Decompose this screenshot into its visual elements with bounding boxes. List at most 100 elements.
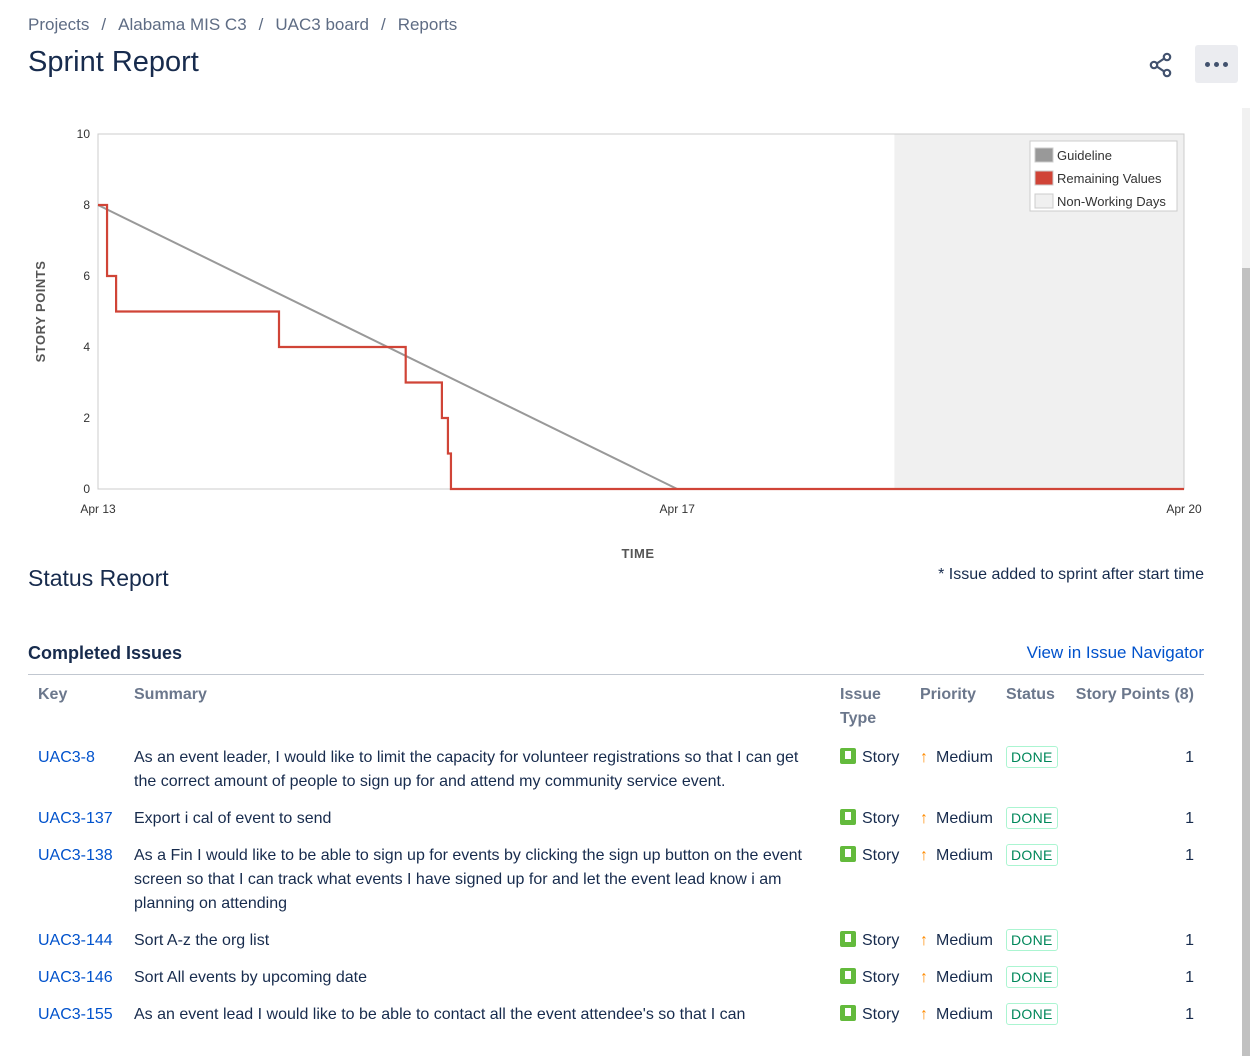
status-cell: DONE bbox=[1006, 961, 1066, 998]
legend-swatch bbox=[1034, 147, 1054, 163]
y-tick-label: 6 bbox=[83, 269, 90, 283]
issue-key-link[interactable]: UAC3-144 bbox=[38, 932, 113, 949]
issue-key-link[interactable]: UAC3-138 bbox=[38, 847, 113, 864]
issue-summary: Sort A-z the org list bbox=[134, 932, 270, 949]
issue-summary: Sort All events by upcoming date bbox=[134, 969, 368, 986]
issue-type: Story bbox=[862, 810, 900, 827]
y-tick-label: 2 bbox=[83, 411, 90, 425]
breadcrumb-separator: / bbox=[101, 15, 107, 34]
y-tick-label: 0 bbox=[83, 482, 90, 496]
column-header-story-points[interactable]: Story Points (8) bbox=[1066, 680, 1204, 741]
issue-type-cell: Story bbox=[830, 961, 910, 998]
issue-key-link[interactable]: UAC3-146 bbox=[38, 969, 113, 986]
story-points: 1 bbox=[1185, 749, 1194, 766]
issue-summary: As an event leader, I would like to limi… bbox=[134, 749, 799, 790]
legend-swatch bbox=[1034, 193, 1054, 209]
status-badge: DONE bbox=[1006, 966, 1058, 988]
priority-cell: ↑ Medium bbox=[910, 839, 1006, 924]
status-badge: DONE bbox=[1006, 807, 1058, 829]
issue-summary: Export i cal of event to send bbox=[134, 810, 332, 827]
issue-priority: Medium bbox=[936, 810, 993, 827]
issue-priority: Medium bbox=[936, 847, 993, 864]
priority-medium-icon: ↑ bbox=[920, 969, 928, 986]
column-header-status[interactable]: Status bbox=[1006, 680, 1066, 741]
issue-key-cell: UAC3-146 bbox=[28, 961, 124, 998]
issue-summary: As a Fin I would like to be able to sign… bbox=[134, 847, 802, 912]
page-scrollbar-thumb[interactable] bbox=[1242, 268, 1250, 1056]
issue-key-link[interactable]: UAC3-8 bbox=[38, 749, 95, 766]
table-header-row: Key Summary Issue Type Priority Status S… bbox=[28, 680, 1204, 741]
column-header-summary[interactable]: Summary bbox=[124, 680, 830, 741]
x-tick-label: Apr 20 bbox=[1166, 502, 1202, 516]
view-in-issue-navigator-link[interactable]: View in Issue Navigator bbox=[1027, 643, 1204, 663]
section-divider bbox=[28, 674, 1204, 675]
story-icon bbox=[840, 1005, 856, 1021]
status-cell: DONE bbox=[1006, 998, 1066, 1035]
issue-key-link[interactable]: UAC3-137 bbox=[38, 810, 113, 827]
priority-cell: ↑ Medium bbox=[910, 924, 1006, 961]
issue-type-cell: Story bbox=[830, 802, 910, 839]
burndown-chart: 0 2 4 6 8 10 Apr 13 Apr 17 Apr 20 TIME STORY POINT… bbox=[33, 127, 1202, 561]
issue-type-cell: Story bbox=[830, 998, 910, 1035]
more-actions-button[interactable] bbox=[1195, 45, 1238, 83]
story-points: 1 bbox=[1185, 810, 1194, 827]
y-tick-label: 8 bbox=[83, 198, 90, 212]
status-cell: DONE bbox=[1006, 839, 1066, 924]
x-tick-label: Apr 17 bbox=[660, 502, 696, 516]
priority-cell: ↑ Medium bbox=[910, 741, 1006, 802]
story-points: 1 bbox=[1185, 1006, 1194, 1023]
more-icon bbox=[1223, 61, 1228, 67]
column-header-issue-type[interactable]: Issue Type bbox=[830, 680, 910, 741]
issue-priority: Medium bbox=[936, 969, 993, 986]
priority-cell: ↑ Medium bbox=[910, 961, 1006, 998]
issue-key-cell: UAC3-8 bbox=[28, 741, 124, 802]
issue-type: Story bbox=[862, 932, 900, 949]
story-points: 1 bbox=[1185, 932, 1194, 949]
priority-cell: ↑ Medium bbox=[910, 998, 1006, 1035]
legend-swatch bbox=[1034, 170, 1054, 186]
priority-medium-icon: ↑ bbox=[920, 932, 928, 949]
story-icon bbox=[840, 968, 856, 984]
status-badge: DONE bbox=[1006, 746, 1058, 768]
column-header-key[interactable]: Key bbox=[28, 680, 124, 741]
issue-priority: Medium bbox=[936, 1006, 993, 1023]
story-icon bbox=[840, 748, 856, 764]
x-axis-title: TIME bbox=[621, 546, 654, 561]
table-row: UAC3-155 As an event lead I would like to… bbox=[28, 998, 1204, 1035]
issue-key-cell: UAC3-138 bbox=[28, 839, 124, 924]
story-points: 1 bbox=[1185, 847, 1194, 864]
breadcrumb: Projects / Alabama MIS C3 / UAC3 board / Repor… bbox=[28, 15, 457, 35]
completed-issues-table: Key Summary Issue Type Priority Status S… bbox=[28, 680, 1204, 1035]
issue-key-link[interactable]: UAC3-155 bbox=[38, 1006, 113, 1023]
breadcrumb-board[interactable]: UAC3 board bbox=[275, 15, 369, 34]
issue-type-cell: Story bbox=[830, 839, 910, 924]
table-row: UAC3-146 Sort All events by upcoming date… bbox=[28, 961, 1204, 998]
breadcrumb-separator: / bbox=[380, 15, 386, 34]
priority-cell: ↑ Medium bbox=[910, 802, 1006, 839]
share-button[interactable] bbox=[1140, 45, 1182, 85]
table-row: UAC3-138 As a Fin I would like to be able… bbox=[28, 839, 1204, 924]
breadcrumb-reports[interactable]: Reports bbox=[398, 15, 458, 34]
issue-priority: Medium bbox=[936, 932, 993, 949]
sprint-note: * Issue added to sprint after start time bbox=[938, 566, 1204, 583]
story-icon bbox=[840, 931, 856, 947]
issue-type: Story bbox=[862, 1006, 900, 1023]
priority-medium-icon: ↑ bbox=[920, 810, 928, 827]
breadcrumb-project[interactable]: Alabama MIS C3 bbox=[118, 15, 247, 34]
more-icon bbox=[1214, 61, 1219, 67]
status-cell: DONE bbox=[1006, 741, 1066, 802]
status-report-title: Status Report bbox=[28, 565, 169, 591]
priority-medium-icon: ↑ bbox=[920, 847, 928, 864]
issue-type-cell: Story bbox=[830, 924, 910, 961]
status-badge: DONE bbox=[1006, 1003, 1058, 1025]
breadcrumb-separator: / bbox=[258, 15, 264, 34]
issue-type: Story bbox=[862, 847, 900, 864]
story-points: 1 bbox=[1185, 969, 1194, 986]
y-tick-label: 10 bbox=[77, 127, 91, 141]
table-row: UAC3-137 Export i cal of event to send Sto… bbox=[28, 802, 1204, 839]
breadcrumb-projects[interactable]: Projects bbox=[28, 15, 89, 34]
issue-type-cell: Story bbox=[830, 741, 910, 802]
issue-priority: Medium bbox=[936, 749, 993, 766]
column-header-priority[interactable]: Priority bbox=[910, 680, 1006, 741]
issue-key-cell: UAC3-137 bbox=[28, 802, 124, 839]
